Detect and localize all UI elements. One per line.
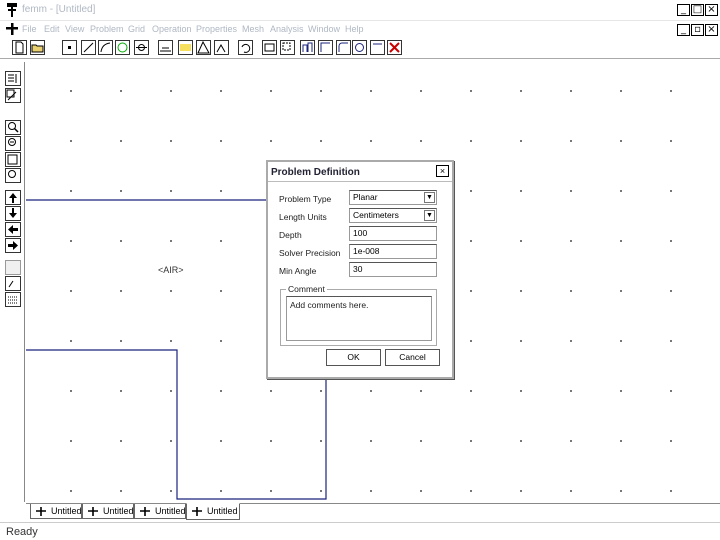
document-icon[interactable] <box>5 22 19 36</box>
menu-grid[interactable]: Grid <box>128 24 145 34</box>
menu-problem[interactable]: Problem <box>90 24 124 34</box>
menu-help[interactable]: Help <box>345 24 364 34</box>
menu-mesh[interactable]: Mesh <box>242 24 264 34</box>
menu-properties[interactable]: Properties <box>196 24 237 34</box>
menu-operation[interactable]: Operation <box>152 24 192 34</box>
length-units-value: Centimeters <box>353 210 399 220</box>
highlight-icon[interactable] <box>178 40 193 55</box>
depth-input[interactable]: 100 <box>349 226 437 241</box>
comment-group-label: Comment <box>286 284 327 294</box>
problem-type-value: Planar <box>353 192 378 202</box>
menu-file[interactable]: File <box>22 24 37 34</box>
zoom-window-icon[interactable] <box>5 152 21 167</box>
ok-button[interactable]: OK <box>326 349 381 366</box>
chevron-down-icon[interactable]: ▼ <box>424 210 435 221</box>
tab-label: Untitled <box>51 506 82 516</box>
menu-window[interactable]: Window <box>308 24 340 34</box>
select-node-icon[interactable] <box>62 40 77 55</box>
window-title: femm - [Untitled] <box>22 4 96 15</box>
analyze-icon[interactable] <box>214 40 229 55</box>
min-angle-input[interactable]: 30 <box>349 262 437 277</box>
menu-analysis[interactable]: Analysis <box>270 24 304 34</box>
problem-definition-dialog: Problem Definition × Problem Type Planar… <box>266 160 454 379</box>
separator-box <box>5 260 21 275</box>
menu-edit[interactable]: Edit <box>44 24 60 34</box>
pan-left-icon[interactable] <box>5 222 21 237</box>
menu-bar: File Edit View Problem Grid Operation Pr… <box>0 21 720 38</box>
undo-icon[interactable] <box>238 40 253 55</box>
dialog-title: Problem Definition <box>271 167 360 178</box>
menu-view[interactable]: View <box>65 24 84 34</box>
group-select-icon[interactable] <box>134 40 149 55</box>
status-bar: Ready <box>0 522 720 540</box>
zoom-out-icon[interactable] <box>5 136 21 151</box>
circle-icon[interactable] <box>352 40 367 55</box>
left-toolbar <box>0 62 25 502</box>
cancel-button[interactable]: Cancel <box>385 349 440 366</box>
maximize-button[interactable]: □ <box>691 4 704 16</box>
femm-app-icon <box>7 3 17 17</box>
solver-precision-input[interactable]: 1e-008 <box>349 244 437 259</box>
length-units-label: Length Units <box>279 212 327 222</box>
zoom-natural-icon[interactable] <box>5 168 21 183</box>
grid-size-icon[interactable] <box>5 292 21 307</box>
fillet-icon[interactable] <box>336 40 351 55</box>
offset-icon[interactable] <box>370 40 385 55</box>
document-tab-icon <box>36 507 46 516</box>
new-file-icon[interactable] <box>12 40 27 55</box>
select-segment-icon[interactable] <box>81 40 96 55</box>
copy-icon[interactable] <box>280 40 295 55</box>
solver-precision-label: Solver Precision <box>279 248 341 258</box>
pan-up-icon[interactable] <box>5 190 21 205</box>
edit-properties-icon[interactable] <box>5 88 21 103</box>
comment-textarea[interactable]: Add comments here. <box>286 296 432 341</box>
document-tab-icon <box>88 507 98 516</box>
pan-right-icon[interactable] <box>5 238 21 253</box>
document-tab-icon <box>192 507 202 516</box>
status-text: Ready <box>6 526 38 538</box>
pan-down-icon[interactable] <box>5 206 21 221</box>
doc-close-button[interactable]: × <box>705 24 718 36</box>
depth-label: Depth <box>279 230 302 240</box>
mesh-icon[interactable] <box>196 40 211 55</box>
tab-label: Untitled <box>155 506 186 516</box>
length-units-select[interactable]: Centimeters ▼ <box>349 208 437 223</box>
block-label-icon[interactable] <box>115 40 130 55</box>
block-label-air[interactable]: <AIR> <box>158 265 184 275</box>
minimize-button[interactable]: _ <box>677 4 690 16</box>
document-tab-icon <box>140 507 150 516</box>
tab-untitled-2[interactable]: Untitled <box>82 504 134 519</box>
tab-label: Untitled <box>207 506 238 516</box>
window-titlebar: femm - [Untitled] _ □ × <box>0 0 720 21</box>
tab-untitled-4[interactable]: Untitled <box>186 503 240 520</box>
grid-settings-icon[interactable] <box>158 40 173 55</box>
mirror-icon[interactable] <box>300 40 315 55</box>
doc-minimize-button[interactable]: _ <box>677 24 690 36</box>
snap-grid-icon[interactable] <box>5 276 21 291</box>
delete-icon[interactable] <box>387 40 402 55</box>
min-angle-label: Min Angle <box>279 266 317 276</box>
tab-label: Untitled <box>103 506 134 516</box>
problem-type-label: Problem Type <box>279 194 332 204</box>
close-button[interactable]: × <box>705 4 718 16</box>
dialog-titlebar[interactable]: Problem Definition × <box>268 162 452 182</box>
document-tabs: Untitled Untitled Untitled Untitled <box>26 503 720 521</box>
problem-type-select[interactable]: Planar ▼ <box>349 190 437 205</box>
tab-untitled-3[interactable]: Untitled <box>134 504 186 519</box>
chevron-down-icon[interactable]: ▼ <box>424 192 435 203</box>
tab-untitled-1[interactable]: Untitled <box>30 504 82 519</box>
properties-icon[interactable] <box>5 71 21 86</box>
open-folder-icon[interactable] <box>30 40 45 55</box>
select-arc-icon[interactable] <box>98 40 113 55</box>
zoom-in-icon[interactable] <box>5 120 21 135</box>
dialog-close-button[interactable]: × <box>436 165 449 177</box>
doc-restore-button[interactable]: ▫ <box>691 24 704 36</box>
move-icon[interactable] <box>262 40 277 55</box>
scale-icon[interactable] <box>318 40 333 55</box>
main-toolbar <box>0 38 720 59</box>
